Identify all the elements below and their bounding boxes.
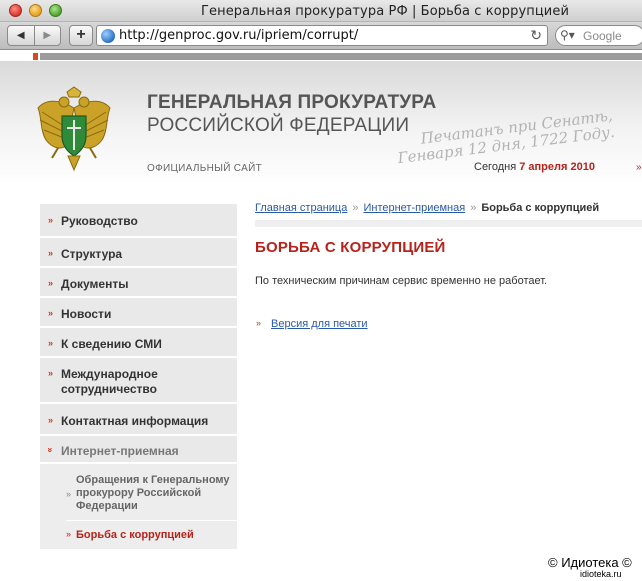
watermark-text: © Идиотека © — [548, 555, 632, 570]
forward-button[interactable]: ▶ — [35, 26, 61, 45]
prosecutor-emblem-icon[interactable] — [36, 86, 112, 172]
browser-toolbar: ◀ ▶ + http://genproc.gov.ru/ipriem/corru… — [0, 22, 642, 50]
sidebar-item-label: Документы — [61, 277, 129, 291]
search-icon: ⚲▾ — [560, 28, 575, 42]
bullet-icon: » — [48, 368, 54, 378]
sidebar-item-media[interactable]: » К сведению СМИ — [40, 328, 237, 358]
subnav-divider — [66, 520, 237, 521]
print-bullet-icon: » — [256, 318, 262, 328]
orange-accent-mark — [33, 53, 38, 60]
forward-arrow-icon: ▶ — [43, 30, 52, 41]
sidebar-item-label: Структура — [61, 247, 123, 261]
bullet-icon: » — [48, 278, 54, 288]
today-label: Сегодня — [474, 161, 517, 173]
sub-bullet-icon: » — [66, 489, 72, 499]
sidebar-item-label: Международное сотрудничество — [61, 367, 158, 396]
breadcrumb-rule — [255, 220, 642, 227]
sidebar-item-label: Интернет-приемная — [61, 444, 179, 458]
minimize-window-button[interactable] — [29, 4, 42, 17]
org-name-line-2[interactable]: РОССИЙСКОЙ ФЕДЕРАЦИИ — [147, 115, 409, 137]
search-box[interactable]: ⚲▾ Google — [555, 25, 642, 46]
sidebar-item-label: К сведению СМИ — [61, 337, 162, 351]
service-unavailable-message: По техническим причинам сервис временно … — [255, 275, 548, 287]
sidebar-item-label: Руководство — [61, 214, 138, 228]
top-grey-strip — [40, 53, 642, 60]
breadcrumb: Главная страница » Интернет-приемная » Борьб… — [255, 202, 599, 214]
sidebar-item-documents[interactable]: » Документы — [40, 268, 237, 298]
bullet-icon: » — [48, 248, 54, 258]
breadcrumb-separator: » — [470, 202, 477, 214]
sidebar-item-news[interactable]: » Новости — [40, 298, 237, 328]
sidebar-item-international[interactable]: » Международное сотрудничество — [40, 358, 237, 404]
breadcrumb-home-link[interactable]: Главная страница — [255, 202, 347, 214]
globe-icon — [101, 29, 115, 43]
window-titlebar: Генеральная прокуратура РФ | Борьба с ко… — [0, 0, 642, 22]
sidebar-item-structure[interactable]: » Структура — [40, 238, 237, 268]
breadcrumb-current: Борьба с коррупцией — [481, 202, 600, 214]
org-name-line-1[interactable]: ГЕНЕРАЛЬНАЯ ПРОКУРАТУРА — [147, 92, 436, 114]
sidebar-item-contacts[interactable]: » Контактная информация — [40, 404, 237, 436]
breadcrumb-reception-link[interactable]: Интернет-приемная — [363, 202, 465, 214]
subnav-item-appeals[interactable]: Обращения к Генеральному прокурору Росси… — [76, 474, 236, 513]
sidebar-item-leadership[interactable]: » Руководство — [40, 204, 237, 238]
nav-button-group: ◀ ▶ — [7, 25, 61, 46]
bullet-icon: » — [48, 415, 54, 425]
close-window-button[interactable] — [9, 4, 22, 17]
subnav-item-anticorruption[interactable]: Борьба с коррупцией — [76, 529, 194, 541]
address-input[interactable]: http://genproc.gov.ru/ipriem/corrupt/ — [119, 28, 358, 43]
sidebar-item-label: Контактная информация — [61, 414, 209, 428]
today-date: Сегодня 7 апреля 2010 — [474, 161, 595, 173]
today-date-value: 7 апреля 2010 — [519, 161, 595, 173]
watermark-url: idioteka.ru — [580, 569, 622, 579]
official-site-label: ОФИЦИАЛЬНЫЙ САЙТ — [147, 163, 262, 174]
zoom-window-button[interactable] — [49, 4, 62, 17]
sidebar-item-label: Новости — [61, 307, 112, 321]
sidebar-item-internet-reception[interactable]: » Интернет-приемная — [40, 436, 237, 464]
search-input[interactable]: Google — [583, 29, 622, 43]
back-arrow-icon: ◀ — [16, 30, 25, 41]
bullet-icon: » — [48, 215, 54, 225]
sub-active-bullet-icon: » — [66, 529, 72, 539]
page-title: БОРЬБА С КОРРУПЦИЕЙ — [255, 239, 446, 256]
plus-icon: + — [76, 26, 86, 43]
bullet-icon: » — [48, 338, 54, 348]
reload-icon[interactable]: ↻ — [530, 27, 542, 44]
print-version-link[interactable]: Версия для печати — [271, 318, 368, 330]
today-arrow-icon[interactable]: » — [636, 162, 642, 173]
back-button[interactable]: ◀ — [8, 26, 35, 45]
window-title: Генеральная прокуратура РФ | Борьба с ко… — [200, 4, 570, 19]
breadcrumb-separator: » — [352, 202, 359, 214]
chevron-down-icon: » — [45, 447, 56, 453]
bullet-icon: » — [48, 308, 54, 318]
add-bookmark-button[interactable]: + — [69, 25, 93, 46]
address-bar[interactable]: http://genproc.gov.ru/ipriem/corrupt/ ↻ — [96, 25, 548, 46]
